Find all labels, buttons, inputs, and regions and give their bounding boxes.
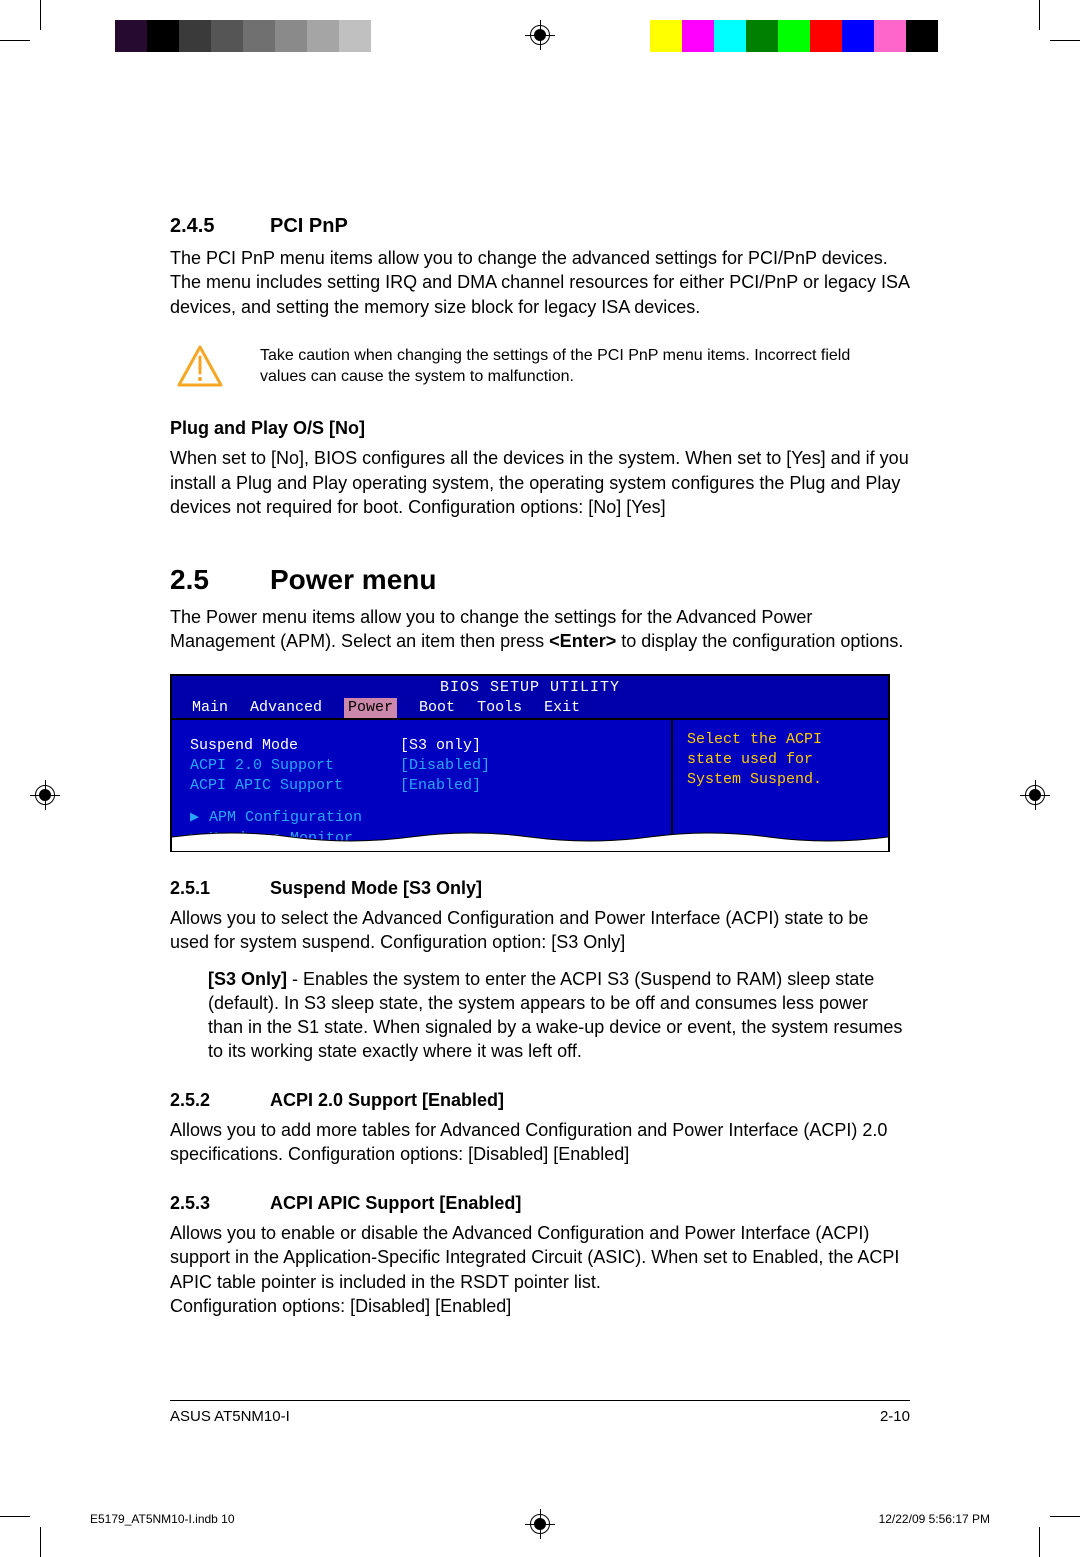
bios-menu-power: Power [344, 698, 397, 718]
bios-title: BIOS SETUP UTILITY [172, 676, 888, 698]
section-number: 2.4.5 [170, 213, 270, 240]
registration-mark-icon [30, 780, 60, 810]
paragraph: The PCI PnP menu items allow you to chan… [170, 246, 910, 319]
warning-text: Take caution when changing the settings … [230, 345, 910, 388]
heading-2-5-3: 2.5.3ACPI APIC Support [Enabled] [170, 1191, 910, 1215]
footer-left: ASUS AT5NM10-I [170, 1407, 290, 1427]
bios-menu-boot: Boot [419, 698, 455, 718]
registration-mark-icon [1020, 780, 1050, 810]
indb-left: E5179_AT5NM10-I.indb 10 [90, 1511, 235, 1527]
section-number: 2.5 [170, 561, 270, 599]
footer-right: 2-10 [880, 1407, 910, 1427]
section-title: ACPI APIC Support [Enabled] [270, 1193, 521, 1213]
bios-row-label: ACPI 2.0 Support [190, 756, 400, 776]
bios-submenu: APM Configuration [209, 809, 362, 826]
paragraph: Allows you to enable or disable the Adva… [170, 1221, 910, 1294]
printer-marks-top [0, 0, 1080, 70]
paragraph: Allows you to add more tables for Advanc… [170, 1118, 910, 1167]
section-number: 2.5.1 [170, 876, 270, 900]
bios-row-value: [Disabled] [400, 756, 490, 776]
heading-plug-and-play: Plug and Play O/S [No] [170, 416, 910, 440]
heading-2-4-5: 2.4.5PCI PnP [170, 213, 910, 240]
registration-mark-icon [525, 20, 555, 50]
grayscale-bar [115, 20, 403, 52]
color-bar [650, 20, 938, 52]
registration-mark-icon [525, 1509, 555, 1539]
paragraph: The Power menu items allow you to change… [170, 605, 910, 654]
warning-note: Take caution when changing the settings … [170, 339, 910, 394]
bios-menu-exit: Exit [544, 698, 580, 718]
section-title: PCI PnP [270, 215, 348, 237]
paragraph: Allows you to select the Advanced Config… [170, 906, 910, 955]
bios-menu-advanced: Advanced [250, 698, 322, 718]
page-footer: ASUS AT5NM10-I 2-10 [170, 1400, 910, 1427]
paragraph: Configuration options: [Disabled] [Enabl… [170, 1294, 910, 1318]
bios-row-label: ACPI APIC Support [190, 776, 400, 796]
section-title: Power menu [270, 564, 436, 595]
torn-edge-icon [172, 829, 888, 851]
bios-row-value: [S3 only] [400, 736, 481, 756]
warning-icon [170, 345, 230, 387]
bios-screenshot: BIOS SETUP UTILITY Main Advanced Power B… [170, 674, 890, 852]
section-number: 2.5.2 [170, 1088, 270, 1112]
indented-paragraph: [S3 Only] - Enables the system to enter … [170, 967, 910, 1064]
bios-menu-main: Main [192, 698, 228, 718]
bios-row-value: [Enabled] [400, 776, 481, 796]
paragraph: When set to [No], BIOS configures all th… [170, 446, 910, 519]
section-title: ACPI 2.0 Support [Enabled] [270, 1090, 504, 1110]
triangle-right-icon: ▶ [190, 809, 199, 826]
bios-menu-tools: Tools [477, 698, 522, 718]
heading-2-5: 2.5Power menu [170, 561, 910, 599]
section-number: 2.5.3 [170, 1191, 270, 1215]
heading-2-5-1: 2.5.1Suspend Mode [S3 Only] [170, 876, 910, 900]
indb-right: 12/22/09 5:56:17 PM [879, 1511, 990, 1527]
section-title: Suspend Mode [S3 Only] [270, 878, 482, 898]
page-content: 2.4.5PCI PnP The PCI PnP menu items allo… [170, 185, 910, 1318]
heading-2-5-2: 2.5.2ACPI 2.0 Support [Enabled] [170, 1088, 910, 1112]
bios-row-label: Suspend Mode [190, 736, 400, 756]
